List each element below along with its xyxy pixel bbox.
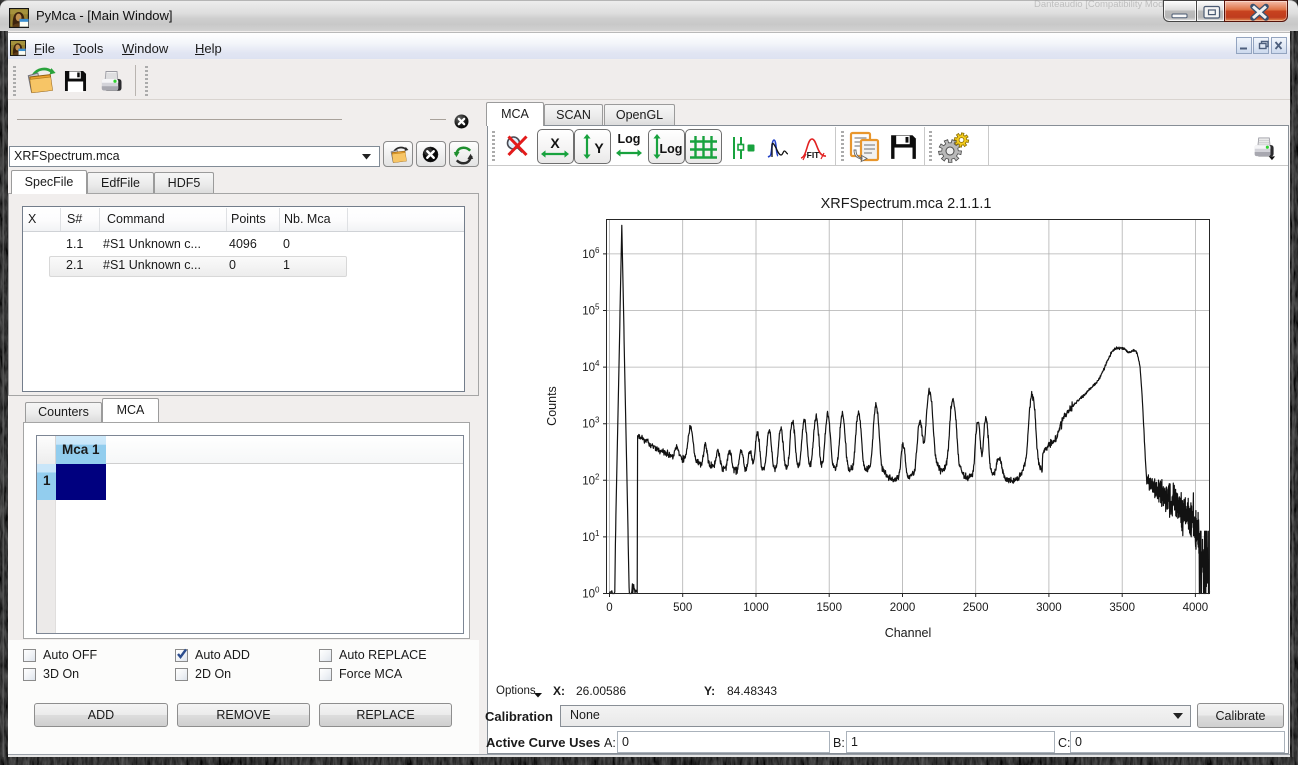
svg-text:XRFSpectrum.mca 2.1.1.1: XRFSpectrum.mca 2.1.1.1 [821,196,992,212]
svg-text:1000: 1000 [743,602,769,614]
svg-text:Counts: Counts [545,386,559,426]
svg-text:Channel: Channel [885,626,932,640]
svg-text:3500: 3500 [1109,602,1135,614]
svg-text:FIT: FIT [807,150,821,160]
svg-text:2500: 2500 [963,602,989,614]
svg-text:500: 500 [673,602,692,614]
svg-text:Log: Log [618,132,641,146]
svg-text:3000: 3000 [1036,602,1062,614]
svg-text:4000: 4000 [1183,602,1209,614]
svg-text:Log: Log [660,142,683,156]
svg-text:1500: 1500 [816,602,842,614]
svg-text:2000: 2000 [890,602,916,614]
svg-text:X: X [550,135,560,151]
svg-text:Y: Y [594,140,604,156]
svg-text:0: 0 [606,602,612,614]
